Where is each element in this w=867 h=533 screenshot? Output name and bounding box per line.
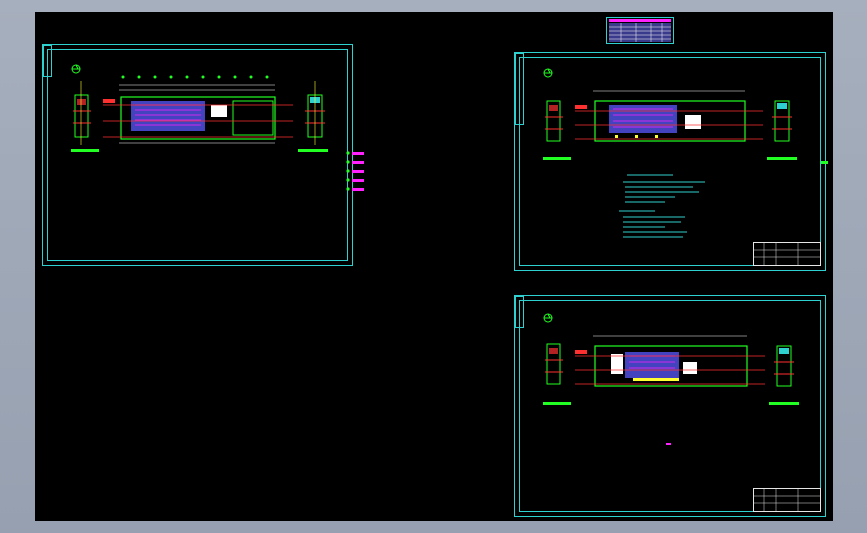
drawing-sheet-1[interactable] bbox=[42, 44, 364, 266]
drawing-sheet-2[interactable] bbox=[514, 52, 828, 271]
drawing-index-graphic bbox=[606, 17, 674, 44]
sheet-1-plan bbox=[71, 64, 364, 191]
cad-model-space[interactable] bbox=[35, 12, 833, 521]
sheet-3-title-block bbox=[753, 488, 821, 512]
drawing-index-table[interactable] bbox=[606, 17, 674, 44]
title-block-grid bbox=[754, 243, 820, 265]
sheet-2-title-block bbox=[753, 242, 821, 266]
sheet-2-plan bbox=[543, 68, 828, 238]
sheet-3-plan bbox=[543, 313, 799, 445]
drawing-sheet-3[interactable] bbox=[514, 295, 826, 517]
title-block-grid bbox=[754, 489, 820, 511]
